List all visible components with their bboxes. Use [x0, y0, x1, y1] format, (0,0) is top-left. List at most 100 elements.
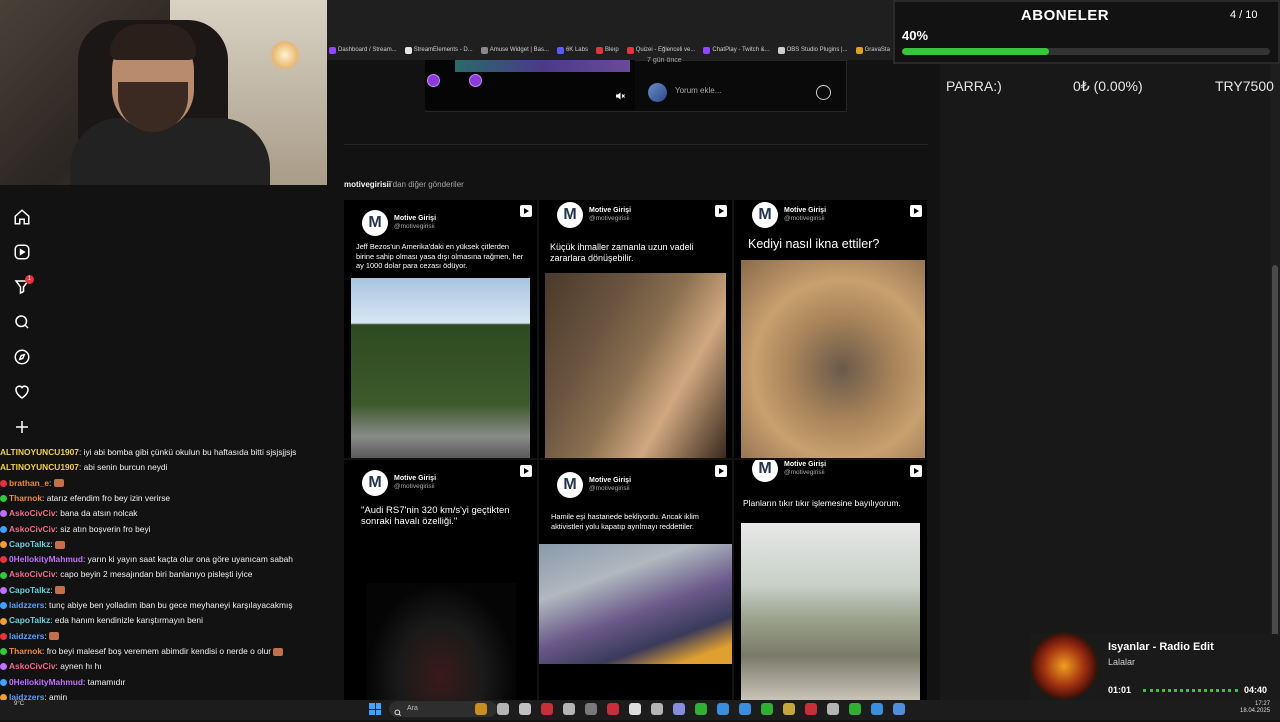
reels-icon[interactable]: [10, 240, 34, 264]
card-caption: Planların tıkır tıkır işlemesine bayılıy…: [743, 498, 901, 508]
bookmark-item[interactable]: 6K Labs: [556, 46, 588, 54]
bookmark-label: OBS Studio Plugins |...: [786, 47, 848, 53]
whatsapp-icon[interactable]: [761, 703, 773, 715]
heart-icon[interactable]: [10, 380, 34, 404]
post-card[interactable]: M Motive Girişi @motivegirisii Planların t…: [734, 460, 927, 700]
card-caption: Küçük ihmaller zamanla uzun vadeli zarar…: [550, 242, 694, 263]
bookmark-item[interactable]: ChatPlay - Twitch &...: [703, 46, 770, 54]
folder-icon[interactable]: [783, 703, 795, 715]
post-card[interactable]: M Motive Girişi @motivegirisii Küçük ihmal…: [539, 200, 732, 458]
app-icon[interactable]: [827, 703, 839, 715]
chat-text: : capo beyin 2 mesajından biri banlanıyo…: [55, 569, 253, 580]
post-card[interactable]: M Motive Girişi @motivegirisii Hamile eşi …: [539, 460, 732, 700]
chat-username[interactable]: AskoCivCiv: [9, 508, 56, 518]
chrome-icon[interactable]: [849, 703, 861, 715]
chat-username[interactable]: AskoCivCiv: [9, 524, 56, 534]
chat-message: ALTINOYUNCU1907: iyi abi bomba gibi çünk…: [0, 445, 327, 460]
notepad-icon[interactable]: [497, 703, 509, 715]
bookmark-item[interactable]: Amuse Widget | Bas...: [480, 46, 549, 54]
account-link[interactable]: motivegirisii: [344, 180, 391, 189]
chat-username[interactable]: CapoTalkz: [9, 539, 50, 549]
store-icon[interactable]: [871, 703, 883, 715]
track-elapsed: 01:01: [1108, 685, 1132, 695]
bookmark-label: ChatPlay - Twitch &...: [712, 47, 770, 53]
card-caption: Jeff Bezos'un Amerika'daki en yüksek çit…: [356, 242, 524, 270]
telegram-icon[interactable]: [893, 703, 905, 715]
chat-username[interactable]: laidzzers: [9, 600, 44, 610]
home-icon[interactable]: [10, 205, 34, 229]
bookmark-icon: [329, 46, 336, 54]
emoji-icon[interactable]: [816, 85, 831, 100]
chat-username[interactable]: ALTINOYUNCU1907: [0, 462, 79, 472]
scrollbar-thumb[interactable]: [1272, 265, 1278, 685]
mute-icon[interactable]: [614, 89, 626, 101]
chat-username[interactable]: 0HellokityMahmud: [9, 554, 83, 564]
post-media[interactable]: [425, 60, 635, 110]
clock-icon[interactable]: [629, 703, 641, 715]
bookmark-icon: [596, 46, 603, 54]
emote-icon: [54, 540, 65, 549]
post-card[interactable]: M Motive Girişi @motivegirisii "Audi RS7'n…: [344, 460, 537, 700]
windows-start-icon[interactable]: [369, 703, 381, 715]
bookmark-label: GravaSta: [864, 47, 890, 53]
opera-icon[interactable]: [805, 703, 817, 715]
comment-input[interactable]: Yorum ekle...: [675, 86, 721, 95]
card-image: [545, 273, 726, 458]
copilot-icon[interactable]: [673, 703, 685, 715]
bookmark-item[interactable]: GravaSta: [855, 46, 890, 54]
bookmark-label: Quizei - Eğlenceli ve...: [635, 47, 696, 53]
card-image: [741, 523, 920, 700]
divider: [344, 144, 928, 145]
video-icon: [910, 205, 922, 217]
clock-time: 17:27: [1255, 701, 1271, 707]
youtube-icon[interactable]: [607, 703, 619, 715]
emote-icon: [53, 479, 64, 488]
card-image: [741, 260, 925, 458]
app-icon[interactable]: [519, 703, 531, 715]
chat-username[interactable]: AskoCivCiv: [9, 661, 56, 671]
settings-icon[interactable]: [563, 703, 575, 715]
weather-widget[interactable]: 9°C: [14, 701, 24, 707]
gear-icon[interactable]: [651, 703, 663, 715]
bookmark-item[interactable]: Dashboard / Stream...: [329, 46, 397, 54]
bookmark-icon: [777, 46, 785, 54]
recorder-icon[interactable]: [541, 703, 553, 715]
steam-icon[interactable]: [585, 703, 597, 715]
chat-badge-icon: [0, 495, 7, 503]
goal-progress-bar: [902, 48, 1270, 55]
spotify-icon[interactable]: [695, 703, 707, 715]
account-handle: @motivegirisii: [394, 223, 435, 230]
search-icon[interactable]: [10, 310, 34, 334]
chat-message: laidzzers: tunç abiye ben yolladım iban …: [0, 598, 327, 613]
mail-icon[interactable]: [739, 703, 751, 715]
chat-text: : iyi abi bomba gibi çünkü okulun bu haf…: [78, 447, 297, 457]
chat-username[interactable]: CapoTalkz: [9, 615, 50, 625]
bookmark-icon: [480, 46, 488, 54]
chat-badge-icon: [0, 556, 7, 564]
account-name: Motive Girişi: [784, 207, 827, 214]
chat-username[interactable]: AskoCivCiv: [9, 569, 56, 579]
chat-username[interactable]: 0HellokityMahmud: [9, 677, 83, 687]
chat-username[interactable]: CapoTalkz: [9, 585, 50, 595]
bookmark-item[interactable]: Bleıp: [596, 46, 619, 54]
bookmark-item[interactable]: OBS Studio Plugins |...: [777, 46, 848, 54]
post-card[interactable]: M Motive Girişi @motivegirisii Kediyi nası…: [734, 200, 927, 458]
notification-badge: 1: [25, 275, 34, 284]
chat-username[interactable]: brathan_e: [9, 478, 49, 488]
chat-username[interactable]: laidzzers: [9, 631, 44, 641]
plus-icon[interactable]: [10, 415, 34, 439]
chat-message: ALTINOYUNCU1907: abi senin burcun neydi: [0, 460, 327, 475]
taskbar-clock[interactable]: 17:27 18.04.2025: [1240, 701, 1270, 715]
more-posts-heading: motivegirisii'dan diğer gönderiler: [344, 180, 464, 189]
video-icon: [715, 205, 727, 217]
track-artist: Lalalar: [1108, 657, 1136, 667]
bookmark-item[interactable]: StreamElements - D...: [404, 46, 473, 54]
files-icon[interactable]: [475, 703, 487, 715]
explore-icon[interactable]: [10, 345, 34, 369]
monitor-icon[interactable]: [717, 703, 729, 715]
chat-username[interactable]: Tharnok: [9, 493, 42, 503]
bookmark-item[interactable]: Quizei - Eğlenceli ve...: [626, 46, 696, 54]
chat-username[interactable]: ALTINOYUNCU1907: [0, 447, 79, 457]
post-card[interactable]: M Motive Girişi @motivegirisii Jeff Bezos'…: [344, 200, 537, 458]
chat-username[interactable]: Tharnok: [9, 646, 42, 656]
